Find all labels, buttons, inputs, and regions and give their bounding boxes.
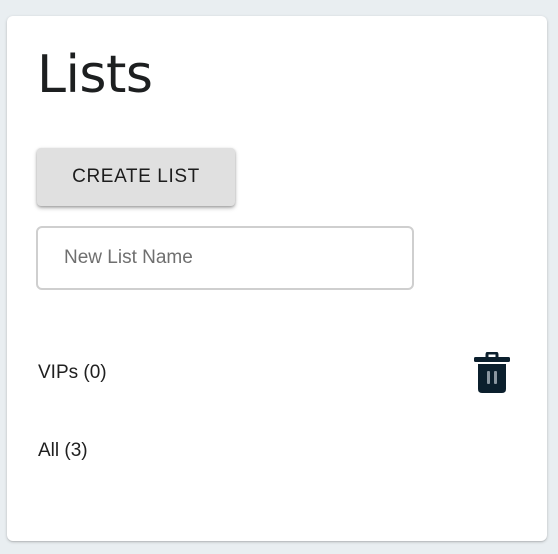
- trash-icon[interactable]: [473, 352, 511, 394]
- lists-card: Lists CREATE LIST VIPs (0) All (3): [7, 16, 547, 541]
- new-list-name-input[interactable]: [36, 226, 414, 290]
- page-title: Lists: [37, 45, 153, 105]
- list-item-all[interactable]: All (3): [38, 440, 88, 462]
- list-item-vips[interactable]: VIPs (0): [38, 362, 107, 384]
- create-list-button[interactable]: CREATE LIST: [37, 148, 235, 206]
